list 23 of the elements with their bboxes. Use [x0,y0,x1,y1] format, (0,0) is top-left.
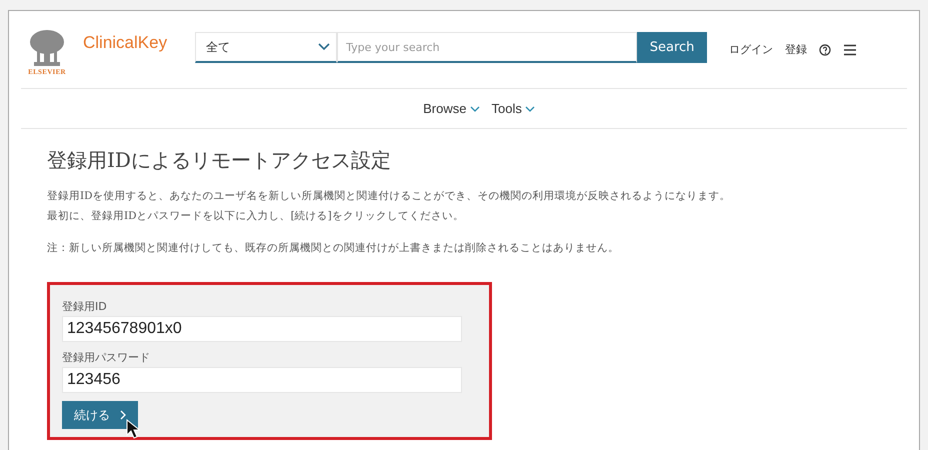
text-field[interactable]: 12345678901x0 [62,316,462,342]
field-label: 登録用ID [62,299,108,314]
nav-menu[interactable]: Tools [492,101,535,116]
text-field[interactable]: 123456 [62,367,462,393]
chevron-down-icon [318,43,330,51]
menu-icon[interactable] [843,44,858,56]
intro-text: 最初に、登録用IDとパスワードを以下に入力し、[続ける]をクリックしてください。 [47,209,465,224]
page-title: 登録用IDによるリモートアクセス設定 [47,147,392,174]
header-link[interactable]: 登録 [785,42,808,57]
help-icon[interactable] [819,44,832,56]
note-text: 注：新しい所属機関と関連付けしても、既存の所属機関との関連付けが上書きまたは削除されることはありません。 [47,241,620,256]
chevron-down-icon [470,106,480,112]
chevron-down-icon [524,106,535,112]
field-label: 登録用パスワード [62,350,151,365]
continue-button[interactable]: 続ける [62,401,138,429]
nav-menu[interactable]: Browse [423,101,480,116]
tree-drawing [28,28,66,68]
chevron-right-icon [120,410,126,420]
cursor-icon [126,419,140,439]
search-field[interactable]: Type your search [337,32,638,63]
search-button[interactable]: Search [637,32,708,63]
header-link[interactable]: ログイン [729,42,774,57]
intro-text: 登録用IDを使用すると、あなたのユーザ名を新しい所属機関と関連付けることができ、その機関の利用環境が反映されるようになります。 [47,189,732,204]
